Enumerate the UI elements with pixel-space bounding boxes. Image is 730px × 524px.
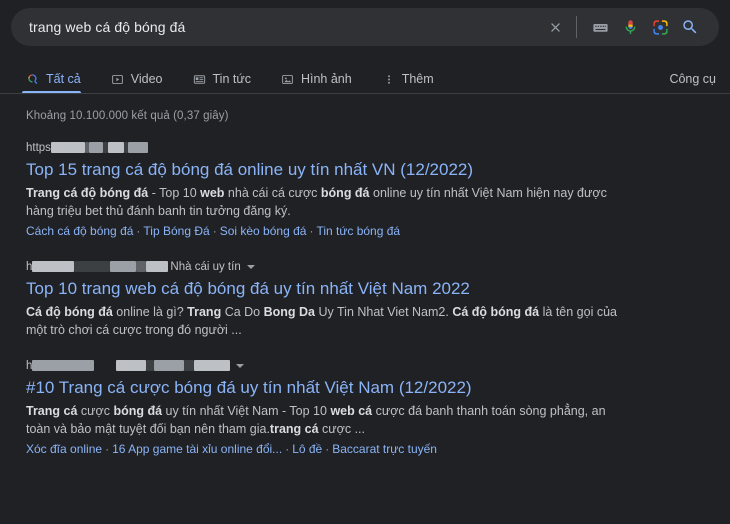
- description-highlight: Trang cá: [26, 404, 78, 418]
- redacted-url-block: [107, 142, 124, 153]
- redacted-url-block: [88, 142, 103, 153]
- tabs-list: Tất cả Video Tin tức Hình ảnh Thêm: [22, 72, 669, 94]
- sitelink-separator: ·: [285, 442, 290, 456]
- description-highlight: Trang cá độ bóng đá: [26, 186, 149, 200]
- search-input[interactable]: [29, 19, 542, 35]
- news-icon: [193, 72, 207, 86]
- search-result: https Top 15 trang cá độ bóng đá online u…: [26, 140, 626, 240]
- redacted-url-block: [116, 360, 147, 371]
- keyboard-icon[interactable]: [585, 12, 615, 42]
- google-lens-icon[interactable]: [645, 12, 675, 42]
- redacted-url-block: [146, 261, 169, 272]
- redacted-url-block: [74, 261, 111, 272]
- redacted-url-block: [32, 261, 75, 272]
- description-highlight: web cá: [330, 404, 373, 418]
- more-vertical-icon: [382, 72, 396, 86]
- result-title-link[interactable]: #10 Trang cá cược bóng đá uy tín nhất Vi…: [26, 377, 626, 399]
- result-url-text: https: [26, 141, 51, 154]
- sitelink[interactable]: Xóc đĩa online: [26, 442, 102, 456]
- sitelink[interactable]: Cách cá độ bóng đá: [26, 224, 133, 238]
- result-url[interactable]: https: [26, 140, 626, 155]
- result-description: Trang cá cược bóng đá uy tín nhất Việt N…: [26, 402, 626, 438]
- search-result: h Nhà cái uy tín Top 10 trang web cá độ bó…: [26, 259, 626, 339]
- redacted-url-block: [110, 261, 137, 272]
- description-text: Uy Tin Nhat Viet Nam2.: [315, 305, 453, 319]
- description-highlight: web: [200, 186, 225, 200]
- redacted-url-block: [32, 360, 95, 371]
- result-url[interactable]: h Nhà cái uy tín: [26, 259, 626, 274]
- redacted-url-block: [194, 360, 231, 371]
- sitelink[interactable]: Tip Bóng Đá: [143, 224, 209, 238]
- tools-button[interactable]: Công cụ: [669, 72, 716, 94]
- description-highlight: bóng đá: [320, 186, 370, 200]
- tab-label: Tin tức: [212, 72, 251, 86]
- tab-label: Thêm: [401, 72, 434, 86]
- sitelink[interactable]: Baccarat trực tuyến: [332, 442, 437, 456]
- result-title-link[interactable]: Top 10 trang web cá độ bóng đá uy tín nh…: [26, 278, 626, 300]
- description-text: cược: [77, 404, 114, 418]
- search-tabs: Tất cả Video Tin tức Hình ảnh Thêm Công …: [0, 60, 730, 94]
- redacted-url-block: [136, 261, 147, 272]
- chevron-down-icon[interactable]: [236, 363, 245, 368]
- description-text: cược ...: [318, 422, 365, 436]
- redacted-url-block: [146, 360, 155, 371]
- result-sitelinks: Cách cá độ bóng đá · Tip Bóng Đá · Soi kèo b…: [26, 223, 626, 240]
- description-highlight: Cá độ bóng đá: [26, 305, 113, 319]
- description-text: Ca Do: [221, 305, 264, 319]
- sitelink-separator: ·: [212, 224, 217, 238]
- tab-video[interactable]: Video: [111, 72, 177, 94]
- result-url[interactable]: h: [26, 358, 626, 373]
- sitelink-separator: ·: [325, 442, 330, 456]
- results-list: https Top 15 trang cá độ bóng đá online u…: [26, 140, 716, 458]
- description-highlight: Cá độ bóng đá: [452, 305, 540, 319]
- tab-label: Hình ảnh: [300, 72, 352, 86]
- redacted-url-block: [50, 142, 85, 153]
- result-site-name: Nhà cái uy tín: [170, 260, 241, 273]
- tab-tin-tuc[interactable]: Tin tức: [193, 72, 265, 94]
- tabs-bottom-divider: [0, 93, 730, 94]
- chevron-down-icon[interactable]: [246, 264, 255, 269]
- sitelink[interactable]: 16 App game tài xỉu online đổi...: [112, 442, 282, 456]
- tab-label: Video: [130, 72, 163, 86]
- sitelink-separator: ·: [136, 224, 141, 238]
- sitelink[interactable]: Lô đề: [292, 442, 322, 456]
- result-title-link[interactable]: Top 15 trang cá độ bóng đá online uy tín…: [26, 159, 626, 181]
- redacted-url-block: [127, 142, 148, 153]
- description-text: online là gì?: [112, 305, 188, 319]
- search-icon[interactable]: [675, 12, 705, 42]
- tab-label: Tất cả: [46, 72, 81, 86]
- result-sitelinks: Xóc đĩa online · 16 App game tài xỉu onlin…: [26, 441, 626, 458]
- description-highlight: Bong Da: [263, 305, 315, 319]
- redacted-url-block: [154, 360, 185, 371]
- sitelink[interactable]: Tin tức bóng đá: [316, 224, 400, 238]
- close-icon[interactable]: [542, 12, 568, 42]
- description-highlight: trang cá: [269, 422, 319, 436]
- redacted-url-block: [184, 360, 195, 371]
- video-icon: [111, 72, 125, 86]
- search-bar-container: [0, 0, 730, 46]
- microphone-icon[interactable]: [615, 12, 645, 42]
- search-actions: [542, 12, 705, 42]
- tab-them[interactable]: Thêm: [382, 72, 448, 94]
- search-divider: [576, 16, 577, 38]
- search-bar[interactable]: [11, 8, 719, 46]
- sitelink[interactable]: Soi kèo bóng đá: [220, 224, 307, 238]
- search-result: h #10 Trang cá cược bóng đá uy tín nhất V…: [26, 358, 626, 458]
- tab-hinh-anh[interactable]: Hình ảnh: [281, 72, 366, 94]
- google-search-icon: [26, 72, 40, 86]
- tab-tat-ca[interactable]: Tất cả: [22, 72, 95, 94]
- description-highlight: Trang: [187, 305, 222, 319]
- search-results: Khoảng 10.100.000 kết quả (0,37 giây) ht…: [0, 110, 730, 458]
- sitelink-separator: ·: [309, 224, 314, 238]
- redacted-url-block: [94, 360, 117, 371]
- result-description: Cá độ bóng đá online là gì? Trang Ca Do …: [26, 303, 626, 339]
- description-text: uy tín nhất Việt Nam - Top 10: [162, 404, 331, 418]
- sitelink-separator: ·: [105, 442, 110, 456]
- image-icon: [281, 72, 295, 86]
- result-description: Trang cá độ bóng đá - Top 10 web nhà cái…: [26, 184, 626, 220]
- result-stats: Khoảng 10.100.000 kết quả (0,37 giây): [26, 110, 229, 122]
- description-highlight: bóng đá: [113, 404, 163, 418]
- description-text: - Top 10: [148, 186, 201, 200]
- description-text: nhà cái cá cược: [224, 186, 321, 200]
